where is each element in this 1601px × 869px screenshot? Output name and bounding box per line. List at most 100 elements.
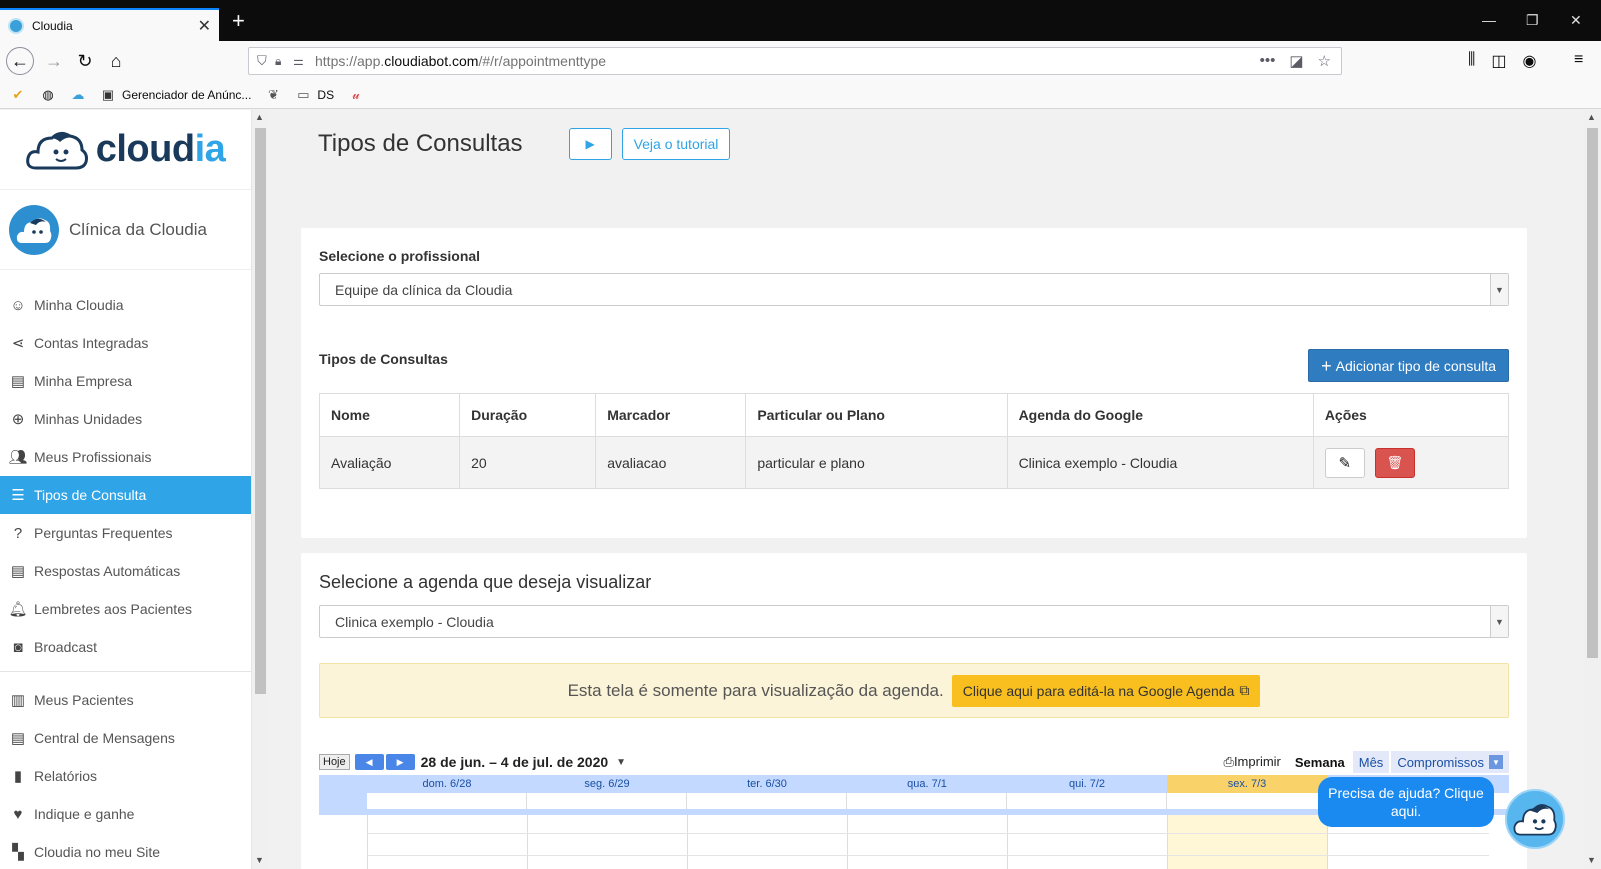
bookmark-item[interactable]: ☁: [70, 87, 86, 103]
sidebar-item[interactable]: ? Perguntas Frequentes: [0, 514, 251, 552]
plus-icon: +: [1321, 355, 1332, 376]
day-header[interactable]: ter. 6/30: [687, 775, 847, 793]
next-week-button[interactable]: ▶: [385, 754, 415, 770]
page-scrollbar[interactable]: ▲ ▼: [1584, 110, 1601, 869]
help-chat-avatar[interactable]: [1505, 789, 1565, 849]
view-tab-month[interactable]: Mês: [1352, 751, 1390, 773]
day-column[interactable]: [1167, 815, 1327, 869]
help-chat-bubble[interactable]: Precisa de ajuda? Clique aqui.: [1318, 777, 1494, 827]
print-button[interactable]: ⎙Imprimir: [1224, 754, 1281, 770]
bookmark-star-icon[interactable]: ☆: [1318, 52, 1331, 70]
today-button[interactable]: Hoje: [319, 754, 350, 770]
menu-divider: [0, 671, 251, 672]
scroll-down-icon[interactable]: ▼: [1587, 855, 1596, 865]
minimize-icon[interactable]: —: [1482, 12, 1496, 28]
more-actions-icon[interactable]: •••: [1260, 52, 1276, 70]
sidebar-item[interactable]: 🔔︎ Lembretes aos Pacientes: [0, 590, 251, 628]
sidebar-item[interactable]: ◙ Broadcast: [0, 628, 251, 666]
scroll-up-icon[interactable]: ▲: [1587, 112, 1596, 122]
chart-icon: ▮: [13, 768, 23, 785]
sidebar-item[interactable]: ▤ Central de Mensagens: [0, 719, 251, 757]
day-header[interactable]: qui. 7/2: [1007, 775, 1167, 793]
tutorial-button[interactable]: Veja o tutorial: [621, 128, 731, 160]
bookmark-item[interactable]: ❦: [265, 87, 281, 103]
day-column[interactable]: [1007, 815, 1167, 869]
bookmark-item[interactable]: 𝓊: [348, 87, 364, 103]
clinic-header[interactable]: Clínica da Cloudia: [0, 190, 251, 270]
permissions-icon[interactable]: ⚌: [293, 54, 315, 68]
url-bar[interactable]: ⛉ 🔒︎ ⚌ https://app.cloudiabot.com/#/r/ap…: [248, 47, 1342, 75]
sidebar-item[interactable]: ▤ Minha Empresa: [0, 362, 251, 400]
actions-cell: ✎ 🗑︎: [1312, 436, 1510, 489]
bookmark-item[interactable]: ✔: [10, 87, 26, 103]
new-tab-icon[interactable]: +: [232, 10, 245, 32]
back-icon[interactable]: ←: [6, 47, 34, 75]
library-icon[interactable]: ⫼: [1468, 51, 1475, 71]
hamburger-menu-icon[interactable]: ≡: [1574, 51, 1583, 69]
scrollbar-thumb[interactable]: [1587, 128, 1598, 658]
day-column[interactable]: [847, 815, 1007, 869]
sidebar-item[interactable]: ☺ Minha Cloudia: [0, 286, 251, 324]
sidebar-toggle-icon[interactable]: ◫: [1491, 51, 1506, 71]
professional-select[interactable]: Equipe da clínica da Cloudia ▼: [319, 273, 1509, 306]
reload-icon[interactable]: ↻: [73, 49, 97, 73]
bookmark-item[interactable]: ◍: [40, 87, 56, 103]
lock-icon[interactable]: 🔒︎: [275, 54, 293, 69]
close-tab-icon[interactable]: ✕: [198, 16, 211, 36]
print-label: Imprimir: [1233, 754, 1281, 769]
day-header[interactable]: qua. 7/1: [847, 775, 1007, 793]
column-header: Ações: [1312, 393, 1510, 437]
home-icon[interactable]: ⌂: [104, 49, 128, 73]
column-header: Particular ou Plano: [745, 393, 1008, 437]
day-header[interactable]: dom. 6/28: [367, 775, 527, 793]
day-column[interactable]: [367, 815, 527, 869]
forward-icon[interactable]: →: [42, 49, 66, 73]
prev-week-button[interactable]: ◀: [354, 754, 384, 770]
scroll-down-icon[interactable]: ▼: [255, 855, 264, 865]
sidebar-item[interactable]: ♥ Indique e ganhe: [0, 795, 251, 833]
heart-icon: ♥: [13, 805, 23, 823]
view-tab-agenda[interactable]: Compromissos ▼: [1391, 751, 1509, 773]
sidebar-item-label: Respostas Automáticas: [34, 563, 181, 579]
shield-icon[interactable]: ⛉: [257, 53, 275, 69]
scrollbar-thumb[interactable]: [255, 128, 266, 694]
sidebar-scrollbar[interactable]: ▲ ▼: [252, 110, 269, 869]
account-icon[interactable]: ◉: [1523, 51, 1537, 71]
caret-down-icon[interactable]: ▼: [616, 757, 626, 768]
list-icon: ☰: [11, 487, 25, 504]
dropdown-arrow-icon[interactable]: ▼: [1489, 755, 1503, 769]
pocket-icon[interactable]: ◪: [1289, 52, 1303, 70]
bookmark-item[interactable]: ▭ DS: [295, 87, 334, 103]
window-close-icon[interactable]: ✕: [1570, 12, 1582, 29]
scroll-up-icon[interactable]: ▲: [255, 112, 264, 122]
bookmark-item[interactable]: ▣ Gerenciador de Anúnc...: [100, 87, 252, 103]
agenda-select[interactable]: Clinica exemplo - Cloudia ▼: [319, 605, 1509, 638]
agenda-select-value: Clinica exemplo - Cloudia: [335, 613, 494, 630]
sidebar-item[interactable]: ☰ Tipos de Consulta: [0, 476, 251, 514]
play-video-button[interactable]: ▶: [568, 128, 612, 160]
chat-icon: ▤: [10, 563, 26, 580]
browser-tab[interactable]: Cloudia ✕: [0, 8, 219, 41]
sidebar-item[interactable]: ▮ Relatórios: [0, 757, 251, 795]
sidebar-item[interactable]: 👥︎ Meus Profissionais: [0, 438, 251, 476]
sidebar-item-label: Minhas Unidades: [34, 411, 143, 427]
add-appointment-type-button[interactable]: + Adicionar tipo de consulta: [1308, 349, 1509, 382]
day-header[interactable]: seg. 6/29: [527, 775, 687, 793]
restore-icon[interactable]: ❐: [1526, 12, 1539, 29]
table-cell: Clinica exemplo - Cloudia: [1006, 436, 1314, 489]
sidebar-item[interactable]: ▤ Respostas Automáticas: [0, 552, 251, 590]
sidebar-item[interactable]: ▚ Cloudia no meu Site: [0, 833, 251, 869]
day-header[interactable]: sex. 7/3: [1167, 775, 1327, 793]
delete-button[interactable]: 🗑︎: [1374, 447, 1415, 478]
sidebar-item[interactable]: ⋖ Contas Integradas: [0, 324, 251, 362]
edit-button[interactable]: ✎: [1324, 447, 1365, 478]
day-column[interactable]: [687, 815, 847, 869]
sidebar-item-label: Lembretes aos Pacientes: [34, 601, 192, 617]
day-column[interactable]: [527, 815, 687, 869]
edit-google-agenda-button[interactable]: Clique aqui para editá-la na Google Agen…: [951, 674, 1261, 707]
sidebar-item[interactable]: ⊕ Minhas Unidades: [0, 400, 251, 438]
appointment-types-table: Nome Duração Marcador Particular ou Plano Ag…: [318, 393, 1510, 489]
sidebar-item[interactable]: ▥ Meus Pacientes: [0, 681, 251, 719]
cloudia-logo[interactable]: cloudia: [0, 110, 251, 190]
view-tab-week[interactable]: Semana: [1288, 751, 1351, 773]
